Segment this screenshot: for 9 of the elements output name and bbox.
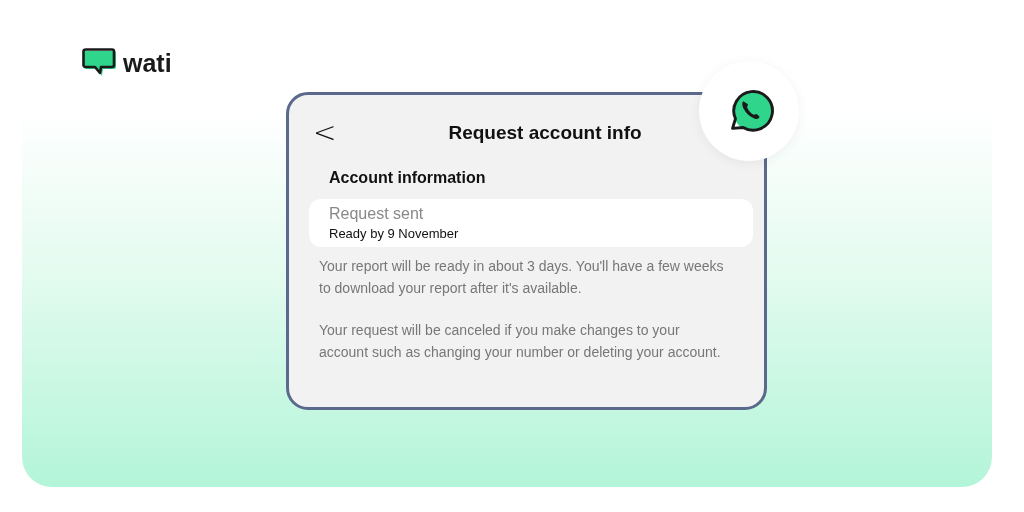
info-paragraph: Your report will be ready in about 3 days. You'll have a few weeks to download your report after it's available. — [319, 257, 725, 298]
brand-name: wati — [123, 50, 172, 76]
status-date: Ready by 9 November — [329, 226, 460, 241]
screen-title: Request account info — [448, 122, 642, 144]
chat-bubble-icon — [82, 48, 118, 78]
info-paragraph: Your request will be canceled if you make changes to your account such as changing your number or deleting your account. — [319, 321, 722, 362]
back-button[interactable]: < — [309, 119, 341, 147]
status-title: Request sent — [329, 205, 425, 223]
section-heading: Account information — [329, 169, 487, 187]
